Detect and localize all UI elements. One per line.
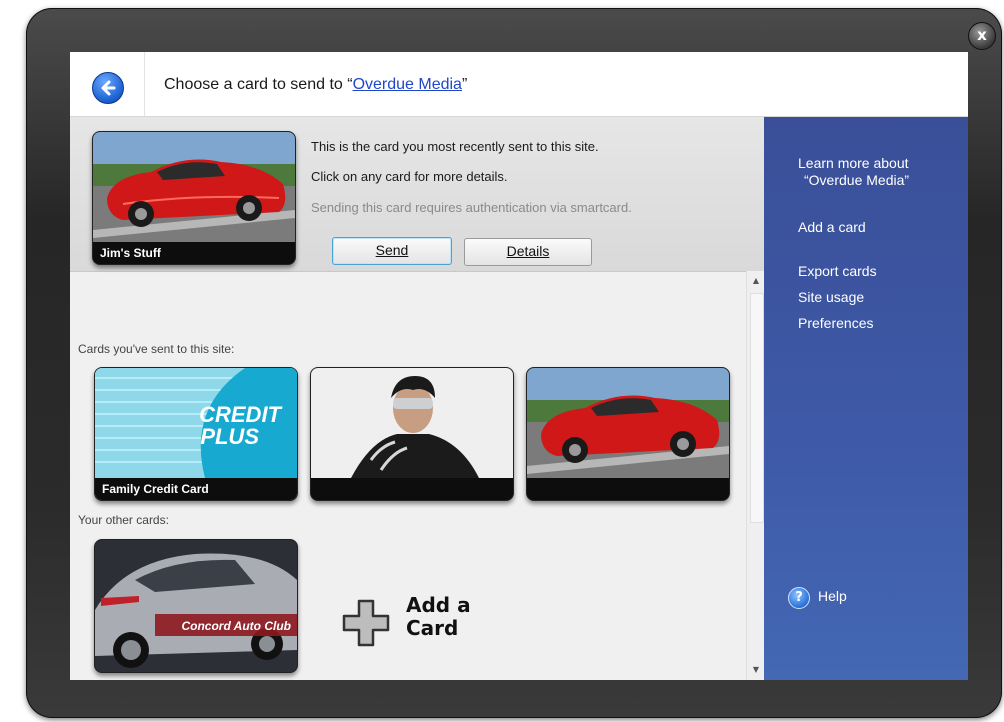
close-button[interactable]: x [968,22,996,50]
header-divider [144,52,145,116]
help-label: Help [818,588,847,604]
vertical-scrollbar[interactable]: ▲ ▼ [746,271,765,680]
sidebar-site-usage-link[interactable]: Site usage [798,289,864,306]
title-prefix: Choose a card to send to “ [164,76,353,93]
sent-cards-label: Cards you've sent to this site: [78,342,235,356]
plus-icon [342,599,390,647]
details-button[interactable]: Details [464,238,592,266]
red-sports-car-image [93,132,295,242]
learn-more-line1: Learn more about [798,155,909,171]
back-arrow-icon [101,80,116,96]
scroll-thumb[interactable] [750,293,764,523]
info-recent-text: This is the card you most recently sent … [311,139,599,154]
recent-card-panel: Jim's Stuff This is the card you most re… [70,117,764,272]
silver-car-card-art: Concord Auto Club [95,540,297,672]
add-card-line1: Add a [406,593,471,617]
dialog-content: Choose a card to send to “Overdue Media” [70,52,968,680]
help-icon: ? [788,587,810,609]
main-panel: Jim's Stuff This is the card you most re… [70,117,765,680]
card-label: Concord Auto Club [181,619,291,633]
other-cards-label: Your other cards: [78,513,169,527]
sent-card-portrait[interactable] [310,367,514,501]
card-label [527,478,729,500]
back-button[interactable] [92,72,124,104]
portrait-card-art [311,368,513,478]
sent-card-credit-plus[interactable]: CREDIT PLUS Family Credit Card [94,367,298,501]
site-name-link[interactable]: Overdue Media [353,76,462,93]
red-sports-car-image [527,368,729,478]
card-label: Family Credit Card [95,478,297,500]
info-auth-text: Sending this card requires authenticatio… [311,200,632,215]
recent-card[interactable]: Jim's Stuff [92,131,296,265]
sidebar-export-cards-link[interactable]: Export cards [798,263,877,280]
title-suffix: ” [461,76,468,93]
send-button[interactable]: Send [332,237,452,265]
add-card-button[interactable]: Add a Card [342,587,502,657]
credit-plus-card-art: CREDIT PLUS [95,368,297,478]
credit-brand-line2: PLUS [200,424,259,449]
sidebar-learn-more-link[interactable]: Learn more about “Overdue Media” [798,155,909,189]
add-card-line2: Card [406,616,459,640]
add-card-label: Add a Card [406,594,471,640]
sidebar-preferences-link[interactable]: Preferences [798,315,873,332]
card-label [311,478,513,500]
sent-card-red-car[interactable] [526,367,730,501]
card-label: Jim's Stuff [93,242,295,264]
header: Choose a card to send to “Overdue Media” [70,52,968,117]
scroll-up-icon[interactable]: ▲ [747,273,765,289]
learn-more-line2: “Overdue Media” [804,172,910,188]
info-click-text: Click on any card for more details. [311,169,508,184]
other-card-concord-auto-club[interactable]: Concord Auto Club [94,539,298,673]
sidebar-add-card-link[interactable]: Add a card [798,219,866,236]
page-title: Choose a card to send to “Overdue Media” [164,76,467,94]
sidebar: Learn more about “Overdue Media” Add a ca… [764,117,968,680]
scroll-down-icon[interactable]: ▼ [747,662,765,678]
